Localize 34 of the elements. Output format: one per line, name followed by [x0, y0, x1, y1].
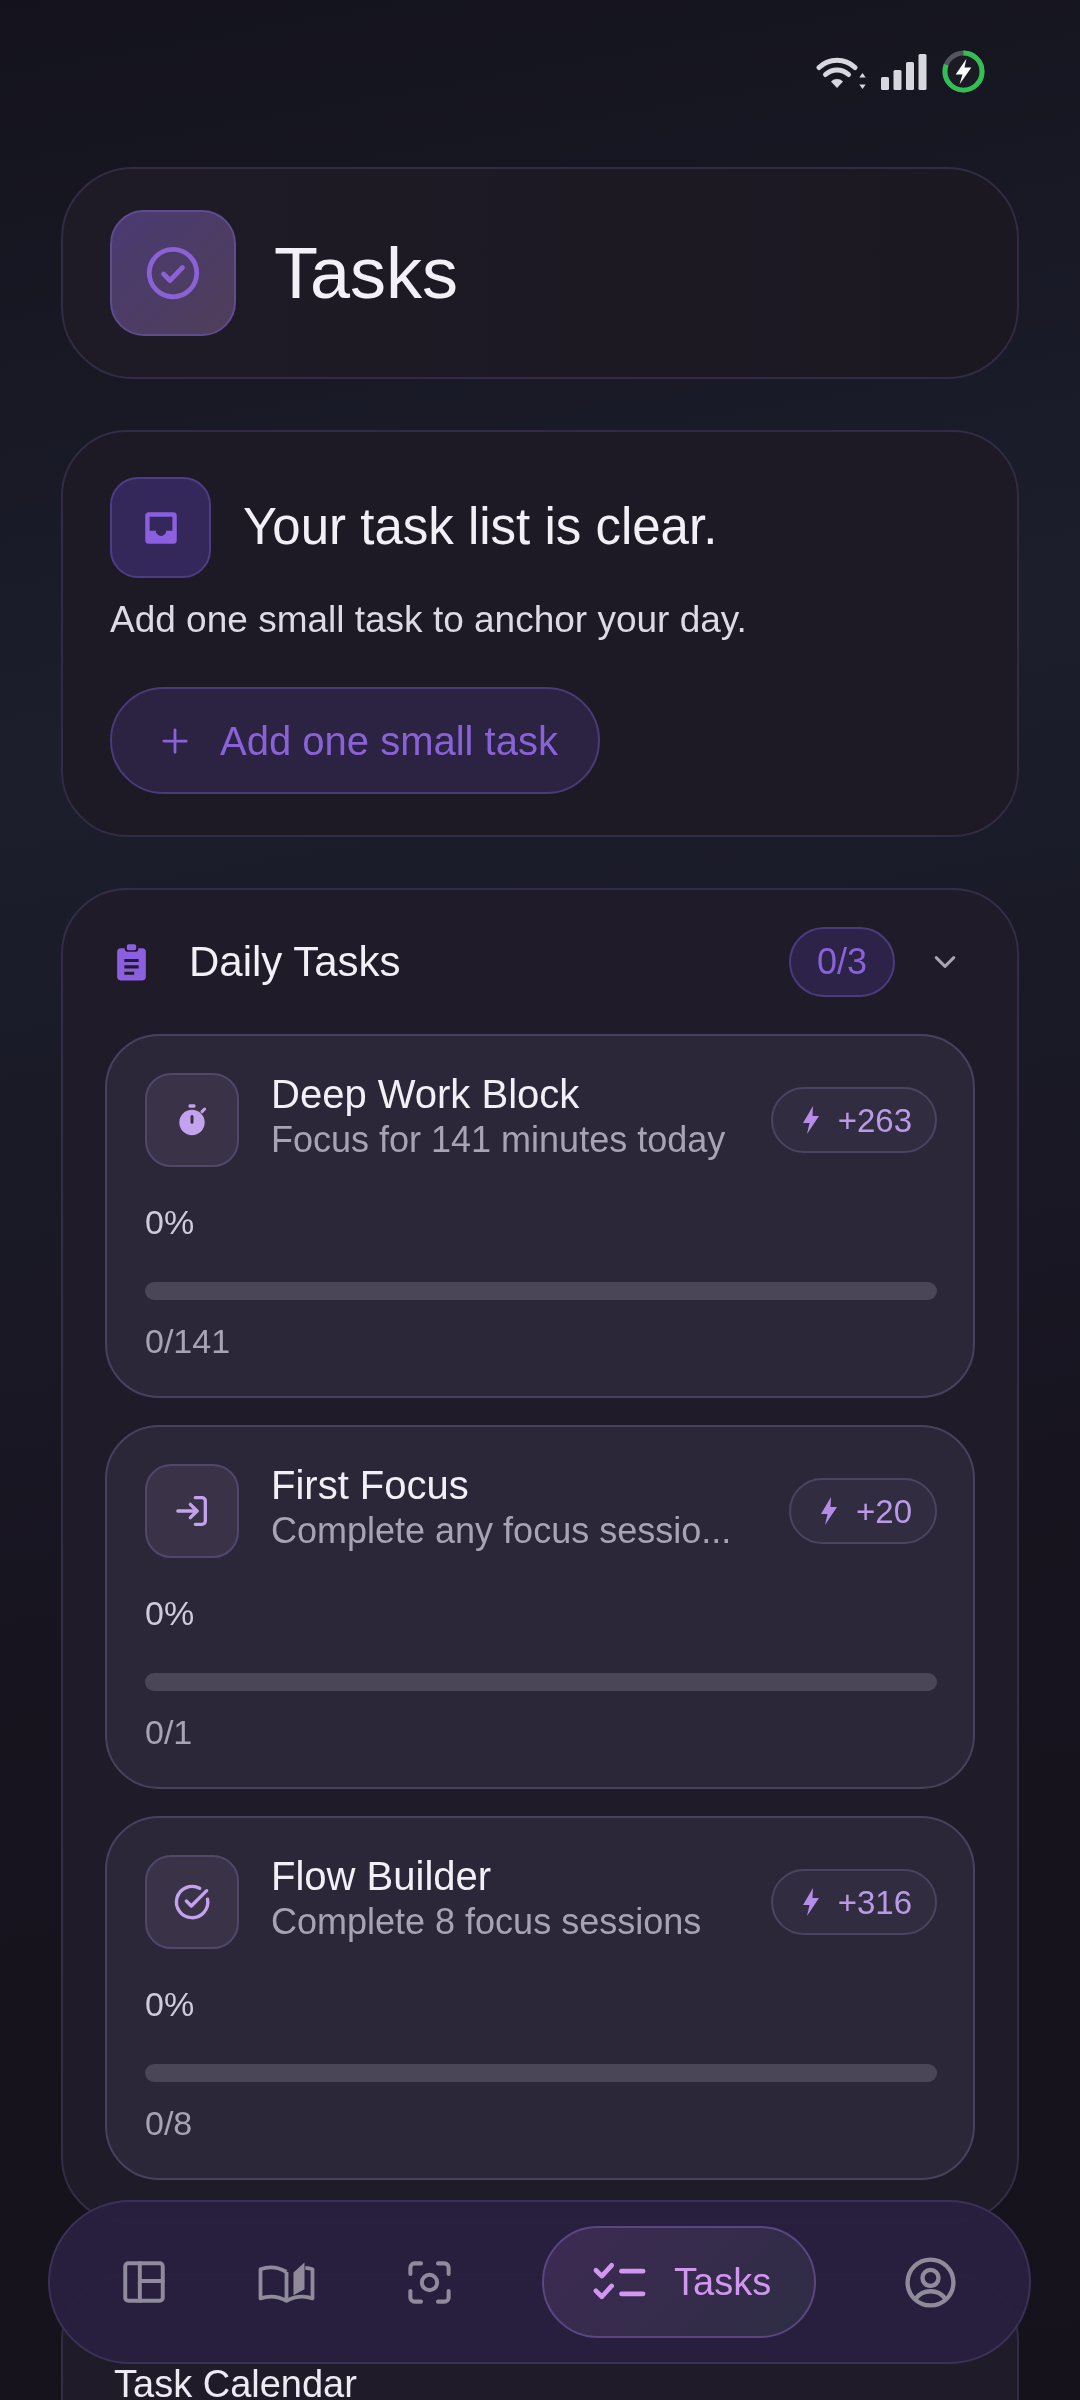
task-title: Deep Work Block — [271, 1071, 581, 1118]
empty-state-message: Add one small task to anchor your day. — [110, 598, 748, 642]
nav-tab[interactable]: Tasks — [542, 2226, 817, 2338]
arrow-into-bracket-icon — [145, 1464, 239, 1558]
signal-icon — [881, 54, 927, 90]
inbox-icon — [110, 477, 211, 578]
task-card[interactable]: Flow Builder Complete 8 focus sessions +316 0% 0/8 — [105, 1816, 975, 2180]
section-title: Daily Tasks — [189, 941, 401, 983]
section-title: Task Calendar — [114, 2366, 358, 2400]
bolt-icon — [821, 1497, 837, 1525]
page-title: Tasks — [274, 237, 459, 309]
task-card[interactable]: First Focus Complete any focus sessio... +20 0% 0/1 — [105, 1425, 975, 1789]
bolt-icon — [802, 1888, 819, 1916]
task-title: Flow Builder — [271, 1853, 493, 1900]
task-description: Complete any focus sessio... — [271, 1509, 733, 1553]
progress-count: 0/141 — [145, 1321, 232, 1362]
task-description: Focus for 141 minutes today — [271, 1118, 727, 1162]
bolt-icon — [802, 1106, 819, 1134]
progress-count: 0/1 — [145, 1712, 194, 1753]
user-circle-icon[interactable] — [903, 2254, 959, 2310]
task-card[interactable]: Deep Work Block Focus for 141 minutes today +263 0% 0/141 — [105, 1034, 975, 1398]
stopwatch-icon — [145, 1073, 239, 1167]
reward-points: +263 — [837, 1103, 912, 1137]
progress-count: 0/8 — [145, 2103, 194, 2144]
task-description: Complete 8 focus sessions — [271, 1900, 703, 1944]
count-badge: 0/3 — [788, 927, 895, 997]
progress-percent: 0% — [145, 1593, 196, 1634]
progress-percent: 0% — [145, 1202, 196, 1243]
reward-points: +316 — [837, 1885, 912, 1919]
task-title: First Focus — [271, 1462, 470, 1509]
reward-points: +20 — [856, 1494, 912, 1528]
empty-state-title: Your task list is clear. — [243, 498, 718, 557]
battery-charging-icon — [942, 50, 985, 93]
progress-percent: 0% — [145, 1984, 196, 2025]
